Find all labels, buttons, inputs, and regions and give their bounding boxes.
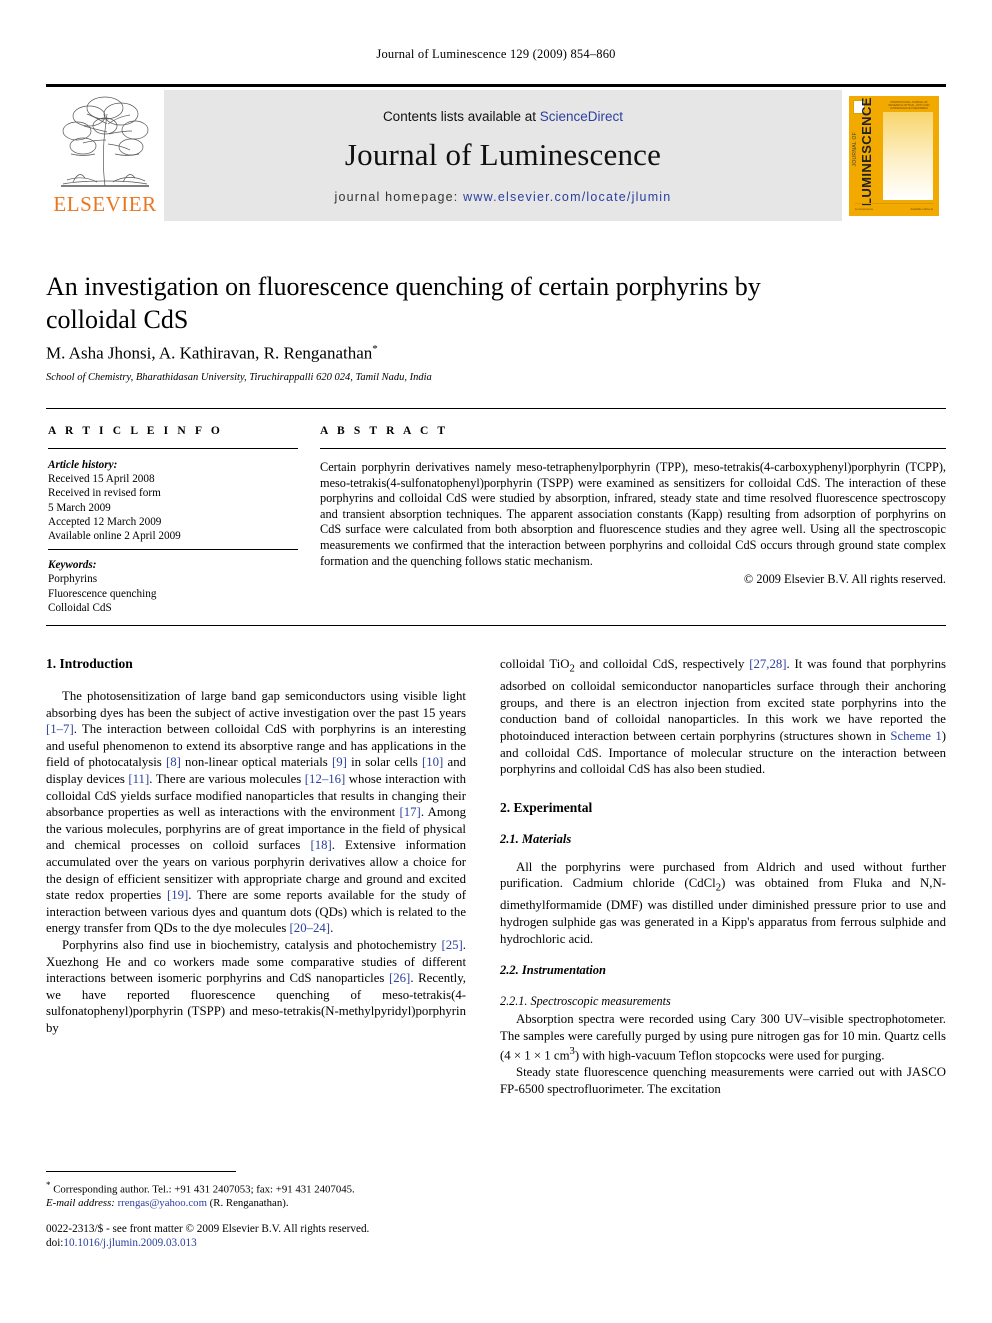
homepage-prefix: journal homepage: xyxy=(334,190,464,204)
abstract-column: A B S T R A C T Certain porphyrin deriva… xyxy=(320,425,946,587)
cover-title-label: LUMINESCENCE xyxy=(859,96,874,206)
running-head: Journal of Luminescence 129 (2009) 854–8… xyxy=(376,47,616,61)
abstract-heading: A B S T R A C T xyxy=(320,425,449,437)
keyword-1: Fluorescence quenching xyxy=(48,587,157,600)
footnote-divider xyxy=(46,1171,236,1172)
article-info-rule xyxy=(48,448,298,449)
cover-divider xyxy=(855,202,933,204)
citation-link[interactable]: [27,28] xyxy=(749,657,786,671)
citation-link[interactable]: [1–7] xyxy=(46,722,74,736)
intro-paragraph-1: The photosensitization of large band gap… xyxy=(46,688,466,937)
history-item-3: Accepted 12 March 2009 xyxy=(48,515,162,528)
text-run: Porphyrins also find use in biochemistry… xyxy=(62,937,442,952)
corresponding-author-marker: * xyxy=(372,343,378,355)
author-list: M. Asha Jhonsi, A. Kathiravan, R. Rengan… xyxy=(46,343,846,364)
journal-masthead: ELSEVIER Contents lists available at Sci… xyxy=(46,84,946,221)
abstract-copyright: © 2009 Elsevier B.V. All rights reserved… xyxy=(743,572,946,587)
section-heading-experimental: 2. Experimental xyxy=(500,799,593,815)
citation-link[interactable]: [26] xyxy=(389,971,410,985)
elsevier-logo: ELSEVIER xyxy=(46,90,164,221)
cover-gradient-panel xyxy=(883,111,933,200)
keyword-2: Colloidal CdS xyxy=(48,601,112,614)
cover-top-caption: INTERNATIONAL JOURNAL OF RESEARCH OPTICA… xyxy=(888,100,930,111)
footnote-block: * Corresponding author. Tel.: +91 431 24… xyxy=(46,1179,476,1211)
elsevier-wordmark: ELSEVIER xyxy=(53,192,157,216)
subsection-heading-instrumentation: 2.2. Instrumentation xyxy=(500,963,606,978)
steady-state-paragraph: Steady state fluorescence quenching meas… xyxy=(500,1065,946,1096)
homepage-line: journal homepage: www.elsevier.com/locat… xyxy=(164,190,842,204)
cover-bottom-left: Luminescence xyxy=(855,206,874,211)
cover-bottom-right: Available online at xyxy=(910,206,933,211)
email-attribution: (R. Renganathan). xyxy=(206,1197,289,1210)
abstract-rule xyxy=(320,448,946,449)
article-history-label: Article history: xyxy=(48,459,118,471)
doi-label: doi: xyxy=(46,1237,64,1250)
affiliation: School of Chemistry, Bharathidasan Unive… xyxy=(46,372,432,383)
citation-link[interactable]: [19] xyxy=(167,888,188,902)
article-info-column: A R T I C L E I N F O Article history: R… xyxy=(48,425,298,615)
info-band-bottom-rule xyxy=(46,625,946,626)
masthead-banner: Contents lists available at ScienceDirec… xyxy=(164,90,842,221)
citation-link[interactable]: [18] xyxy=(310,838,331,852)
spectroscopic-paragraph: Absorption spectra were recorded using C… xyxy=(500,1011,946,1064)
keyword-0: Porphyrins xyxy=(48,573,98,586)
text-run: and colloidal CdS, respectively xyxy=(574,657,750,671)
history-item-2: 5 March 2009 xyxy=(48,501,111,514)
text-run: colloidal TiO xyxy=(500,657,570,671)
contents-line: Contents lists available at ScienceDirec… xyxy=(164,109,842,124)
sciencedirect-link[interactable]: ScienceDirect xyxy=(540,109,623,124)
email-link[interactable]: rrengas@yahoo.com xyxy=(118,1197,207,1209)
scheme-link[interactable]: Scheme 1 xyxy=(890,729,941,743)
article-history: Article history: Received 15 April 2008 … xyxy=(48,458,298,543)
citation-link[interactable]: [11] xyxy=(128,772,149,786)
keywords-divider xyxy=(48,549,298,551)
email-label: E-mail address: xyxy=(46,1197,115,1210)
citation-link[interactable]: [10] xyxy=(422,755,443,769)
corresponding-author-note: Corresponding author. Tel.: +91 431 2407… xyxy=(50,1183,355,1196)
journal-cover-thumbnail: INTERNATIONAL JOURNAL OF RESEARCH OPTICA… xyxy=(842,90,946,221)
doi-link[interactable]: 10.1016/j.jlumin.2009.03.013 xyxy=(63,1237,196,1249)
abstract-text: Certain porphyrin derivatives namely mes… xyxy=(320,460,946,568)
citation-link[interactable]: [17] xyxy=(399,805,420,819)
citation-link[interactable]: [25] xyxy=(441,938,462,952)
journal-title: Journal of Luminescence xyxy=(344,137,662,172)
text-run: ) with high-vacuum Teflon stopcocks were… xyxy=(574,1048,885,1063)
contents-prefix: Contents lists available at xyxy=(382,109,540,124)
paper-page: Journal of Luminescence 129 (2009) 854–8… xyxy=(0,0,992,1323)
author-names: M. Asha Jhonsi, A. Kathiravan, R. Rengan… xyxy=(46,343,373,363)
section-heading-introduction: 1. Introduction xyxy=(46,656,133,671)
text-run: The photosensitization of large band gap… xyxy=(46,689,466,720)
subsection-heading-materials: 2.1. Materials xyxy=(500,831,572,846)
citation-link[interactable]: [12–16] xyxy=(305,772,346,786)
cover-bottom-captions: Luminescence Available online at xyxy=(855,207,933,211)
citation-link[interactable]: [9] xyxy=(332,755,347,769)
text-run: . xyxy=(330,921,334,936)
article-title: An investigation on fluorescence quenchi… xyxy=(46,272,761,334)
issn-frontmatter-line: 0022-2313/$ - see front matter © 2009 El… xyxy=(46,1223,370,1235)
right-paragraph-1: colloidal TiO2 and colloidal CdS, respec… xyxy=(500,656,946,778)
cover-journal-of-label: JOURNAL OF xyxy=(852,131,858,166)
citation-link[interactable]: [8] xyxy=(166,755,181,769)
elsevier-tree-icon xyxy=(61,96,149,187)
imprint-block: 0022-2313/$ - see front matter © 2009 El… xyxy=(46,1222,486,1251)
keywords-block: Keywords: Porphyrins Fluorescence quench… xyxy=(48,558,298,615)
history-item-0: Received 15 April 2008 xyxy=(48,473,155,486)
keywords-label: Keywords: xyxy=(48,559,97,572)
article-info-heading: A R T I C L E I N F O xyxy=(48,425,223,437)
citation-link[interactable]: [20–24] xyxy=(290,921,331,935)
text-run: non-linear optical materials xyxy=(180,755,332,770)
text-run: in solar cells xyxy=(346,755,422,770)
body-column-left: 1. Introduction The photosensitization o… xyxy=(46,656,466,1036)
intro-paragraph-2: Porphyrins also find use in biochemistry… xyxy=(46,937,466,1037)
info-band-top-rule xyxy=(46,408,946,409)
body-column-right: colloidal TiO2 and colloidal CdS, respec… xyxy=(500,656,946,1097)
text-run: . There are various molecules xyxy=(149,771,305,786)
materials-paragraph: All the porphyrins were purchased from A… xyxy=(500,859,946,948)
history-item-4: Available online 2 April 2009 xyxy=(48,530,181,543)
homepage-link[interactable]: www.elsevier.com/locate/jlumin xyxy=(463,190,671,204)
history-item-1: Received in revised form xyxy=(48,487,161,500)
subsubsection-heading-spectroscopic: 2.2.1. Spectroscopic measurements xyxy=(500,994,671,1009)
